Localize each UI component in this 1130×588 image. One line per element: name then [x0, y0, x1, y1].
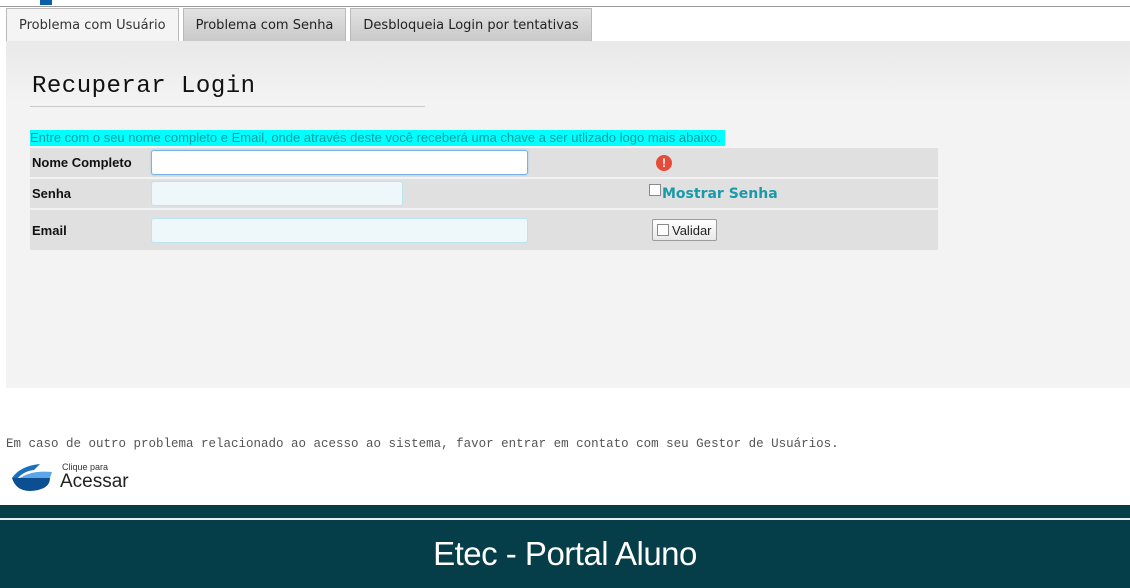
validar-cell: Validar [648, 210, 938, 250]
validar-check-icon [657, 224, 669, 236]
nome-completo-cell [149, 148, 646, 177]
acessar-button[interactable]: Clique para Acessar [10, 461, 132, 493]
row-senha: Senha Mostrar Senha [30, 179, 938, 208]
email-input[interactable] [151, 217, 528, 243]
senha-input[interactable] [151, 181, 403, 206]
nome-completo-status: ! [648, 148, 938, 177]
footer-divider [0, 518, 1130, 520]
tab-problema-usuario[interactable]: Problema com Usuário [6, 8, 179, 41]
mostrar-senha-cell: Mostrar Senha [648, 179, 938, 208]
top-logo-fragment [40, 0, 52, 5]
footer: Etec - Portal Aluno [0, 505, 1130, 588]
tab-bar: Problema com Usuário Problema com Senha … [6, 8, 596, 41]
row-nome-completo: Nome Completo ! [30, 148, 938, 177]
contact-note: Em caso de outro problema relacionado ao… [6, 437, 839, 451]
access-big-text: Acessar [60, 471, 129, 492]
footer-title: Etec - Portal Aluno [433, 535, 697, 572]
instruction-text: Entre com o seu nome completo e Email, o… [30, 130, 725, 146]
email-label: Email [32, 222, 67, 238]
senha-label: Senha [32, 186, 72, 201]
senha-cell [149, 179, 646, 208]
error-icon: ! [656, 154, 672, 171]
title-divider [30, 106, 425, 107]
page-title: Recuperar Login [32, 73, 256, 100]
tab-problema-senha[interactable]: Problema com Senha [182, 8, 347, 41]
tab-desbloqueia-login[interactable]: Desbloqueia Login por tentativas [350, 8, 592, 41]
email-cell [149, 210, 646, 250]
validar-label: Validar [672, 222, 712, 238]
recover-login-form: Nome Completo ! Senha Mostrar Senha Emai… [30, 148, 938, 252]
access-arrow-icon [12, 464, 52, 491]
nome-completo-label: Nome Completo [32, 155, 132, 170]
top-divider [0, 6, 1130, 7]
row-email: Email Validar [30, 210, 938, 250]
mostrar-senha-label[interactable]: Mostrar Senha [662, 186, 778, 202]
nome-completo-input[interactable] [151, 150, 528, 175]
mostrar-senha-checkbox[interactable] [649, 183, 661, 196]
validar-button[interactable]: Validar [652, 219, 717, 241]
